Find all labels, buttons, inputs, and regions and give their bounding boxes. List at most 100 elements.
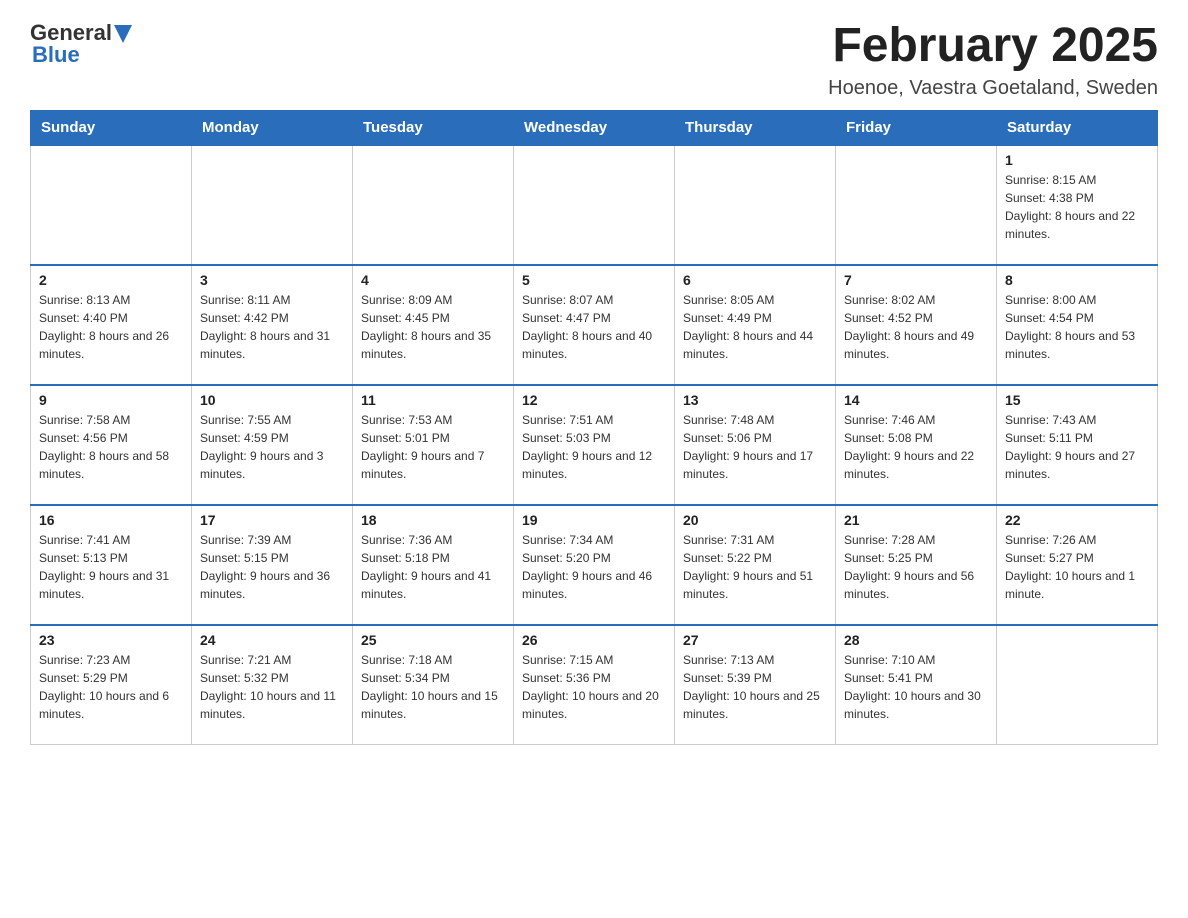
day-info-line: Daylight: 9 hours and 31 minutes. (39, 567, 183, 603)
calendar-cell: 28Sunrise: 7:10 AMSunset: 5:41 PMDayligh… (836, 625, 997, 745)
day-info-line: Daylight: 9 hours and 36 minutes. (200, 567, 344, 603)
day-number: 16 (39, 512, 183, 528)
day-info-line: Daylight: 10 hours and 30 minutes. (844, 687, 988, 723)
day-info-line: Sunset: 4:45 PM (361, 309, 505, 327)
calendar-cell (353, 145, 514, 265)
day-number: 8 (1005, 272, 1149, 288)
day-info-line: Daylight: 8 hours and 31 minutes. (200, 327, 344, 363)
calendar-cell: 24Sunrise: 7:21 AMSunset: 5:32 PMDayligh… (192, 625, 353, 745)
day-info-line: Sunrise: 8:11 AM (200, 291, 344, 309)
calendar-cell: 4Sunrise: 8:09 AMSunset: 4:45 PMDaylight… (353, 265, 514, 385)
weekday-header-thursday: Thursday (675, 110, 836, 145)
calendar-cell: 1Sunrise: 8:15 AMSunset: 4:38 PMDaylight… (997, 145, 1158, 265)
calendar-cell: 25Sunrise: 7:18 AMSunset: 5:34 PMDayligh… (353, 625, 514, 745)
calendar-cell: 19Sunrise: 7:34 AMSunset: 5:20 PMDayligh… (514, 505, 675, 625)
day-info-line: Daylight: 9 hours and 56 minutes. (844, 567, 988, 603)
day-number: 17 (200, 512, 344, 528)
weekday-header-wednesday: Wednesday (514, 110, 675, 145)
day-info-line: Sunrise: 7:53 AM (361, 411, 505, 429)
calendar-week-row: 2Sunrise: 8:13 AMSunset: 4:40 PMDaylight… (31, 265, 1158, 385)
day-number: 28 (844, 632, 988, 648)
calendar-cell: 5Sunrise: 8:07 AMSunset: 4:47 PMDaylight… (514, 265, 675, 385)
title-block: February 2025 Hoenoe, Vaestra Goetaland,… (828, 20, 1158, 100)
day-info-line: Daylight: 10 hours and 1 minute. (1005, 567, 1149, 603)
calendar-cell (192, 145, 353, 265)
day-info-line: Sunset: 5:18 PM (361, 549, 505, 567)
month-year-title: February 2025 (828, 20, 1158, 73)
day-info-line: Sunrise: 7:46 AM (844, 411, 988, 429)
calendar-cell: 22Sunrise: 7:26 AMSunset: 5:27 PMDayligh… (997, 505, 1158, 625)
calendar-cell: 14Sunrise: 7:46 AMSunset: 5:08 PMDayligh… (836, 385, 997, 505)
day-number: 20 (683, 512, 827, 528)
location-subtitle: Hoenoe, Vaestra Goetaland, Sweden (828, 77, 1158, 100)
day-info-line: Sunrise: 7:23 AM (39, 651, 183, 669)
day-number: 5 (522, 272, 666, 288)
day-number: 26 (522, 632, 666, 648)
day-info-line: Sunrise: 7:31 AM (683, 531, 827, 549)
calendar-cell: 26Sunrise: 7:15 AMSunset: 5:36 PMDayligh… (514, 625, 675, 745)
day-info-line: Sunset: 4:40 PM (39, 309, 183, 327)
day-number: 11 (361, 392, 505, 408)
day-info-line: Sunrise: 7:51 AM (522, 411, 666, 429)
day-number: 7 (844, 272, 988, 288)
calendar-cell: 3Sunrise: 8:11 AMSunset: 4:42 PMDaylight… (192, 265, 353, 385)
day-number: 18 (361, 512, 505, 528)
calendar-cell: 7Sunrise: 8:02 AMSunset: 4:52 PMDaylight… (836, 265, 997, 385)
day-number: 15 (1005, 392, 1149, 408)
calendar-week-row: 16Sunrise: 7:41 AMSunset: 5:13 PMDayligh… (31, 505, 1158, 625)
calendar-cell: 27Sunrise: 7:13 AMSunset: 5:39 PMDayligh… (675, 625, 836, 745)
logo: General Blue (30, 20, 132, 68)
day-info-line: Sunrise: 7:39 AM (200, 531, 344, 549)
calendar-week-row: 9Sunrise: 7:58 AMSunset: 4:56 PMDaylight… (31, 385, 1158, 505)
page-header: General Blue February 2025 Hoenoe, Vaest… (30, 20, 1158, 100)
day-info-line: Sunset: 4:42 PM (200, 309, 344, 327)
day-info-line: Sunrise: 8:09 AM (361, 291, 505, 309)
day-info-line: Sunrise: 7:36 AM (361, 531, 505, 549)
day-number: 27 (683, 632, 827, 648)
calendar-cell: 20Sunrise: 7:31 AMSunset: 5:22 PMDayligh… (675, 505, 836, 625)
day-number: 25 (361, 632, 505, 648)
day-info-line: Sunset: 5:06 PM (683, 429, 827, 447)
day-info-line: Sunrise: 7:28 AM (844, 531, 988, 549)
calendar-cell (997, 625, 1158, 745)
calendar-cell: 6Sunrise: 8:05 AMSunset: 4:49 PMDaylight… (675, 265, 836, 385)
day-info-line: Sunrise: 7:41 AM (39, 531, 183, 549)
day-info-line: Sunrise: 8:15 AM (1005, 171, 1149, 189)
day-info-line: Daylight: 10 hours and 15 minutes. (361, 687, 505, 723)
weekday-header-tuesday: Tuesday (353, 110, 514, 145)
logo-triangle-icon (114, 25, 132, 43)
day-info-line: Sunset: 5:36 PM (522, 669, 666, 687)
day-info-line: Daylight: 10 hours and 20 minutes. (522, 687, 666, 723)
day-info-line: Sunrise: 7:43 AM (1005, 411, 1149, 429)
day-number: 21 (844, 512, 988, 528)
day-number: 24 (200, 632, 344, 648)
day-info-line: Sunrise: 8:13 AM (39, 291, 183, 309)
day-info-line: Daylight: 9 hours and 3 minutes. (200, 447, 344, 483)
day-info-line: Sunset: 5:11 PM (1005, 429, 1149, 447)
day-info-line: Daylight: 9 hours and 46 minutes. (522, 567, 666, 603)
calendar-cell (675, 145, 836, 265)
calendar-cell: 13Sunrise: 7:48 AMSunset: 5:06 PMDayligh… (675, 385, 836, 505)
day-info-line: Sunrise: 7:21 AM (200, 651, 344, 669)
day-info-line: Sunset: 4:52 PM (844, 309, 988, 327)
calendar-cell: 8Sunrise: 8:00 AMSunset: 4:54 PMDaylight… (997, 265, 1158, 385)
day-number: 14 (844, 392, 988, 408)
weekday-header-friday: Friday (836, 110, 997, 145)
day-info-line: Daylight: 8 hours and 44 minutes. (683, 327, 827, 363)
day-info-line: Sunrise: 7:13 AM (683, 651, 827, 669)
calendar-header-row: SundayMondayTuesdayWednesdayThursdayFrid… (31, 110, 1158, 145)
day-info-line: Sunrise: 8:00 AM (1005, 291, 1149, 309)
day-info-line: Sunset: 5:01 PM (361, 429, 505, 447)
day-info-line: Daylight: 8 hours and 22 minutes. (1005, 207, 1149, 243)
day-info-line: Sunrise: 8:07 AM (522, 291, 666, 309)
day-info-line: Sunset: 5:13 PM (39, 549, 183, 567)
day-number: 9 (39, 392, 183, 408)
day-number: 23 (39, 632, 183, 648)
day-info-line: Sunset: 4:49 PM (683, 309, 827, 327)
day-number: 4 (361, 272, 505, 288)
weekday-header-saturday: Saturday (997, 110, 1158, 145)
weekday-header-monday: Monday (192, 110, 353, 145)
day-info-line: Sunrise: 7:26 AM (1005, 531, 1149, 549)
calendar-cell (836, 145, 997, 265)
day-number: 12 (522, 392, 666, 408)
